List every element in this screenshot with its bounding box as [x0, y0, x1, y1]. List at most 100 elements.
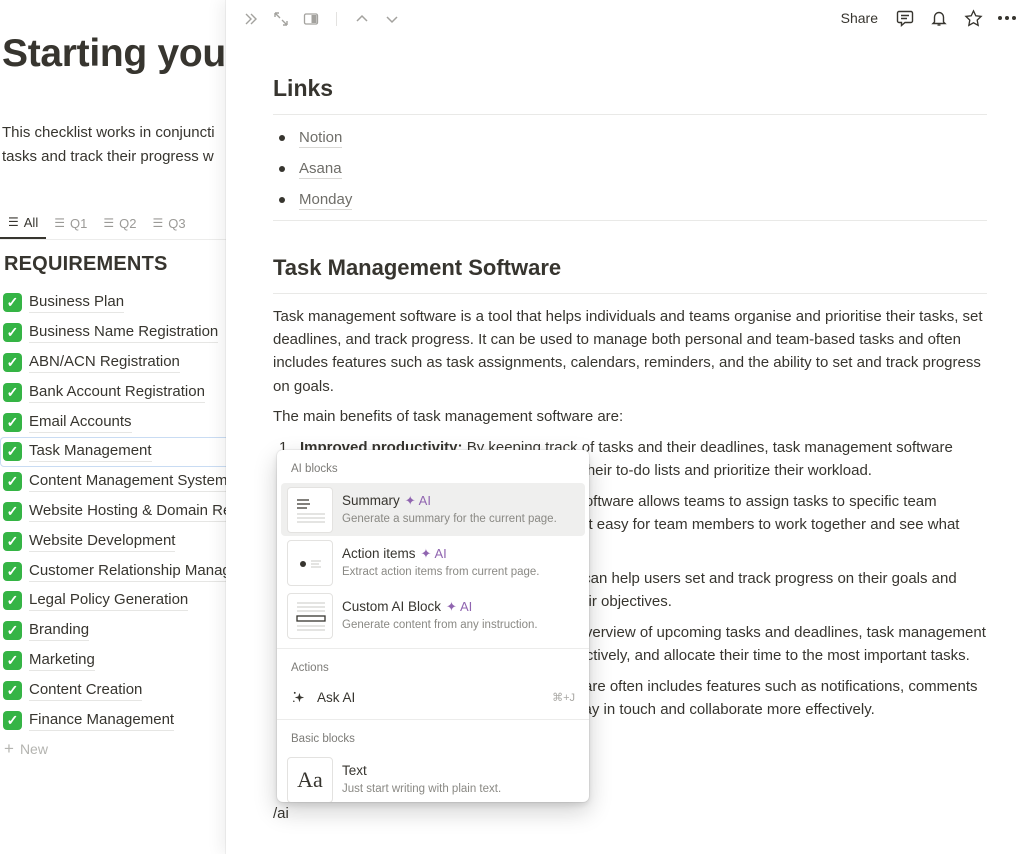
- checkmark-icon: ✓: [3, 442, 22, 462]
- divider: [273, 293, 987, 294]
- requirement-label: Content Creation: [29, 680, 143, 701]
- requirement-label: Website Development: [29, 531, 176, 552]
- list-item: Notion: [273, 122, 352, 153]
- checkmark-icon: ✓: [3, 680, 22, 700]
- checkmark-icon: ✓: [3, 323, 22, 343]
- link-notion[interactable]: Notion: [299, 128, 343, 148]
- links-list: Notion Asana Monday: [273, 122, 353, 215]
- bullet: [279, 196, 285, 203]
- summary-thumb-icon: [287, 486, 333, 533]
- sparkle-icon: ✦: [420, 546, 432, 561]
- tab-label: Q2: [119, 215, 137, 231]
- tab-all[interactable]: ☰ All: [0, 207, 47, 239]
- paragraph[interactable]: Task management software is a tool that …: [273, 305, 987, 398]
- requirement-item[interactable]: ✓ Email Accounts: [0, 407, 240, 437]
- tab-label: Q3: [168, 215, 186, 231]
- divider: [273, 114, 987, 115]
- requirement-label: Marketing: [29, 650, 95, 671]
- bell-icon[interactable]: [928, 6, 950, 30]
- requirement-item[interactable]: ✓ Business Name Registration: [0, 318, 240, 348]
- requirement-item[interactable]: ✓ Customer Relationship Management: [0, 556, 240, 586]
- section-label-actions: Actions: [291, 662, 329, 674]
- menu-divider: [277, 648, 589, 649]
- requirement-item[interactable]: ✓ Website Hosting & Domain Registration: [0, 497, 240, 527]
- description-line: tasks and track their progress w: [2, 148, 214, 165]
- custom-block-thumb-icon: [287, 592, 333, 639]
- menu-item-action-items[interactable]: Action items ✦ AI Extract action items fr…: [281, 536, 585, 589]
- sparkle-icon: ✦: [404, 493, 416, 508]
- toolbar-divider: [336, 12, 337, 26]
- menu-item-title: Text: [342, 763, 367, 778]
- requirement-item[interactable]: ✓ ABN/ACN Registration: [0, 348, 240, 378]
- ai-badge: ✦ AI: [404, 493, 431, 508]
- link-asana[interactable]: Asana: [299, 159, 342, 179]
- requirement-item[interactable]: ✓ Marketing: [0, 646, 240, 676]
- list-icon: ☰: [54, 216, 65, 230]
- requirement-item[interactable]: ✓ Task Management: [0, 437, 240, 467]
- requirement-item[interactable]: ✓ Finance Management: [0, 705, 240, 735]
- chevron-down-icon[interactable]: [381, 8, 403, 30]
- star-icon[interactable]: [962, 6, 984, 30]
- section-heading: Task Management Software: [273, 255, 562, 280]
- menu-item-title: Custom AI Block: [342, 599, 442, 614]
- requirement-label: ABN/ACN Registration: [29, 352, 180, 373]
- checkmark-icon: ✓: [3, 710, 22, 730]
- view-tabs: ☰ All ☰ Q1 ☰ Q2 ☰ Q3: [0, 207, 240, 240]
- checkmark-icon: ✓: [3, 591, 22, 611]
- page-description: This checklist works in conjuncti tasks …: [2, 121, 215, 169]
- benefits-intro[interactable]: The main benefits of task management sof…: [273, 405, 623, 428]
- requirement-label: Bank Account Registration: [29, 382, 205, 403]
- background-page: Starting your This checklist works in co…: [0, 0, 240, 854]
- requirement-item[interactable]: ✓ Bank Account Registration: [0, 377, 240, 407]
- requirement-item[interactable]: ✓ Content Management System: [0, 467, 240, 497]
- double-chevron-right-icon[interactable]: [240, 8, 262, 30]
- comment-icon[interactable]: [894, 6, 916, 30]
- side-peek-icon[interactable]: [300, 8, 322, 30]
- menu-item-title: Action items: [342, 546, 416, 561]
- requirement-label: Legal Policy Generation: [29, 590, 189, 612]
- menu-divider: [277, 719, 589, 720]
- checkmark-icon: ✓: [3, 561, 22, 581]
- menu-item-summary[interactable]: Summary ✦ AI Generate a summary for the c…: [281, 483, 585, 536]
- action-items-thumb-icon: [287, 539, 333, 586]
- requirement-label: Task Management: [29, 441, 152, 463]
- list-icon: ☰: [103, 216, 115, 230]
- menu-item-text[interactable]: Aa Text Just start writing with plain te…: [281, 753, 585, 802]
- bullet: [279, 165, 285, 172]
- new-item-button[interactable]: + New: [0, 735, 240, 763]
- chevron-up-icon[interactable]: [351, 8, 373, 30]
- tab-q2[interactable]: ☰ Q2: [95, 207, 144, 239]
- expand-icon[interactable]: [270, 8, 292, 30]
- menu-item-description: Just start writing with plain text.: [342, 783, 502, 795]
- typed-command[interactable]: /ai: [273, 805, 289, 822]
- ai-badge: ✦ AI: [420, 546, 447, 561]
- requirement-item[interactable]: ✓ Branding: [0, 616, 240, 646]
- requirement-label: Business Name Registration: [29, 322, 219, 344]
- requirement-item[interactable]: ✓ Legal Policy Generation: [0, 586, 240, 616]
- menu-item-ask-ai[interactable]: Ask AI ⌘+J: [281, 681, 585, 713]
- requirement-item[interactable]: ✓ Business Plan: [0, 288, 240, 318]
- description-line: This checklist works in conjuncti: [2, 124, 215, 141]
- tab-label: Q1: [69, 215, 88, 231]
- requirement-item[interactable]: ✓ Content Creation: [0, 675, 240, 705]
- menu-item-description: Generate a summary for the current page.: [342, 513, 557, 525]
- plus-icon: +: [4, 738, 14, 758]
- text-thumb-icon: Aa: [287, 756, 333, 802]
- requirement-item[interactable]: ✓ Website Development: [0, 526, 240, 556]
- section-label-basic-blocks: Basic blocks: [291, 733, 355, 745]
- menu-item-title: Summary: [342, 493, 400, 508]
- checkmark-icon: ✓: [3, 352, 22, 372]
- checkmark-icon: ✓: [3, 501, 22, 521]
- menu-item-custom-ai-block[interactable]: Custom AI Block ✦ AI Generate content fro…: [281, 589, 585, 642]
- divider: [273, 220, 987, 221]
- link-monday[interactable]: Monday: [299, 190, 353, 210]
- requirements-list: ✓ Business Plan ✓ Business Name Registratio…: [0, 288, 240, 763]
- share-button[interactable]: Share: [837, 8, 882, 28]
- peek-topbar: Share: [226, 0, 1024, 38]
- tab-q1[interactable]: ☰ Q1: [46, 207, 95, 239]
- tab-q3[interactable]: ☰ Q3: [144, 207, 193, 239]
- list-icon: ☰: [8, 215, 19, 229]
- ai-badge: ✦ AI: [446, 599, 473, 614]
- more-icon[interactable]: [996, 6, 1018, 30]
- list-icon: ☰: [152, 216, 164, 230]
